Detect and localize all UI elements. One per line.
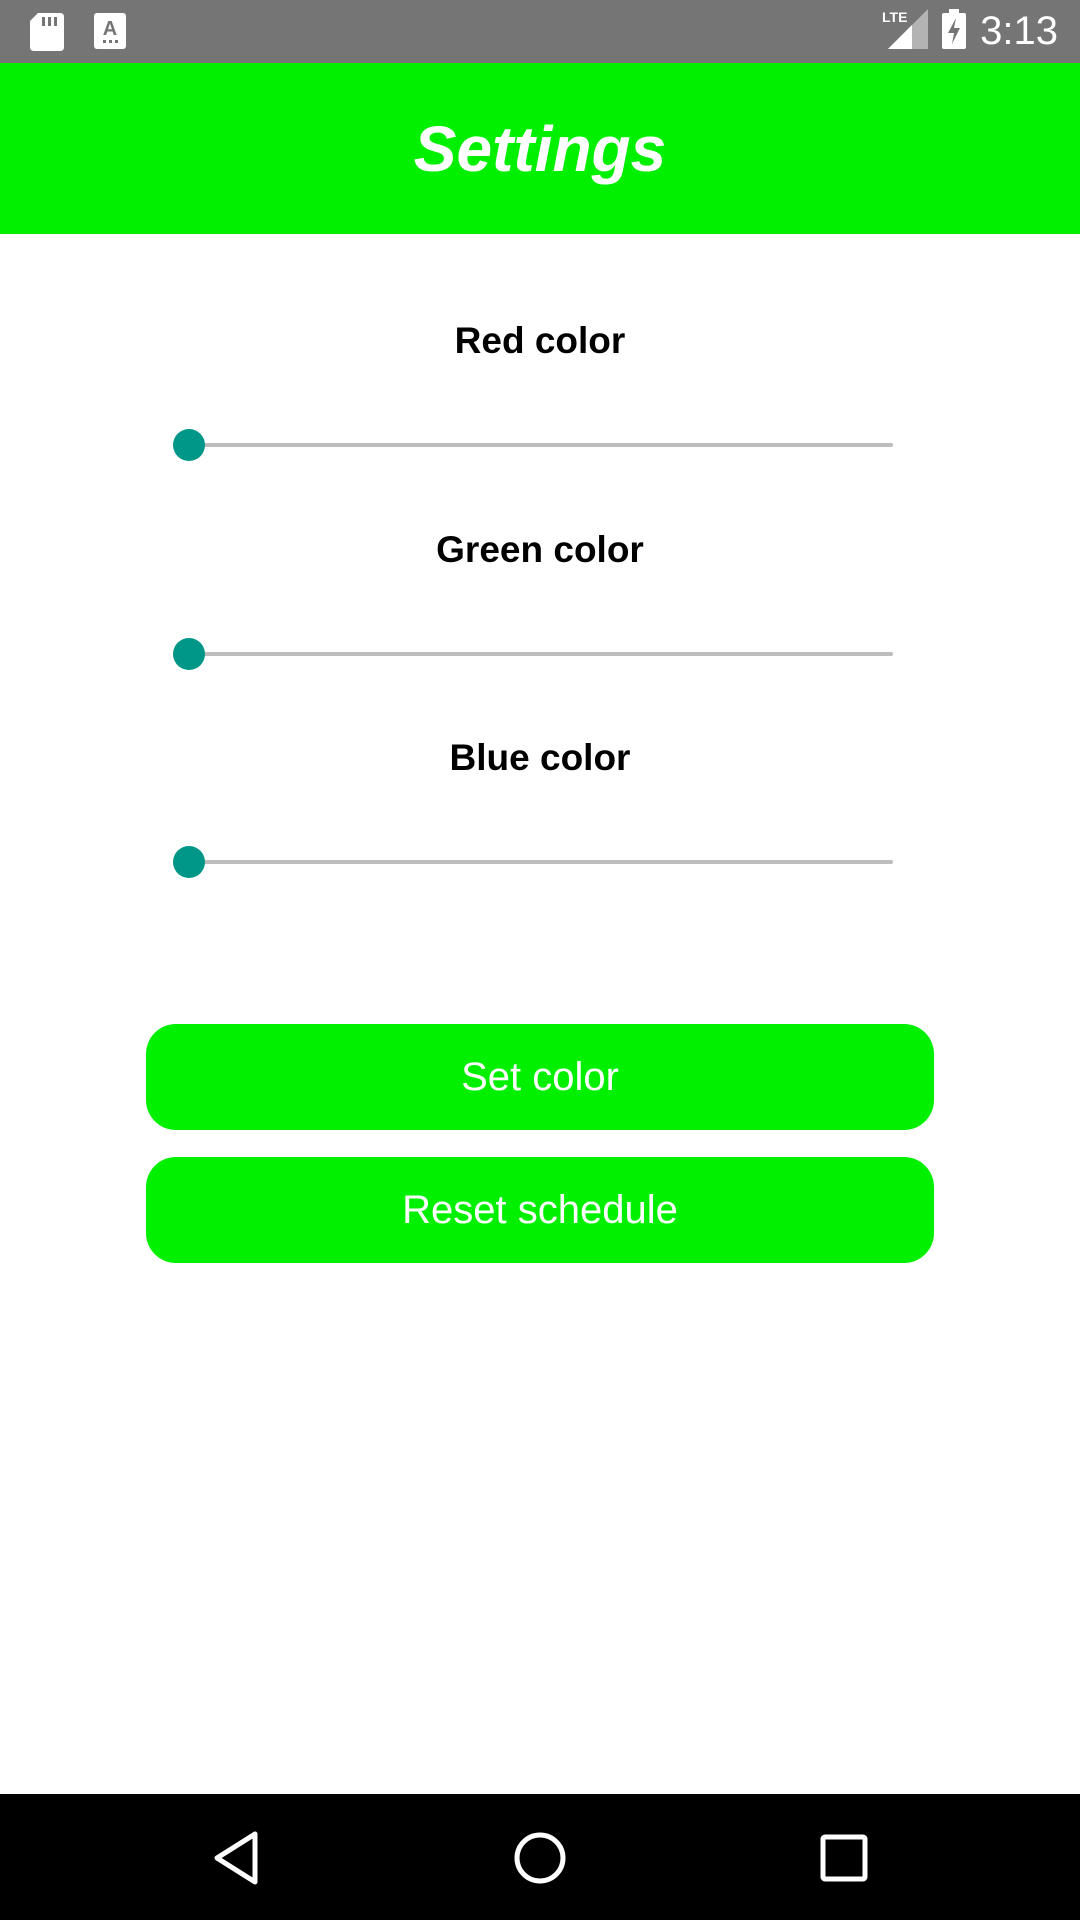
red-color-label: Red color — [454, 320, 626, 361]
page-title: Settings — [413, 112, 667, 185]
red-color-slider[interactable] — [173, 415, 893, 475]
slider-thumb[interactable] — [173, 846, 205, 878]
blue-color-label: Blue color — [449, 737, 631, 778]
slider-track[interactable] — [188, 860, 893, 864]
slider-track[interactable] — [188, 443, 893, 447]
lte-signal-icon: LTE — [880, 9, 929, 54]
navigation-bar — [0, 1794, 1080, 1920]
green-color-slider[interactable] — [173, 624, 893, 684]
app-bar: Settings — [0, 63, 1080, 234]
network-type-text: LTE — [882, 9, 907, 25]
home-icon[interactable] — [504, 1822, 576, 1894]
set-color-button[interactable]: Set color — [146, 1024, 934, 1130]
blue-color-slider[interactable] — [173, 832, 893, 892]
green-color-label: Green color — [436, 529, 644, 570]
text-a-icon: A — [94, 13, 128, 51]
reset-schedule-button[interactable]: Reset schedule — [146, 1157, 934, 1263]
battery-charging-icon — [942, 9, 967, 54]
status-bar: A LTE 3:13 — [0, 0, 1080, 63]
slider-thumb[interactable] — [173, 638, 205, 670]
status-time: 3:13 — [980, 9, 1058, 53]
sd-card-icon — [30, 13, 64, 51]
recents-icon[interactable] — [808, 1822, 880, 1894]
slider-thumb[interactable] — [173, 429, 205, 461]
svg-text:A: A — [103, 18, 117, 40]
slider-track[interactable] — [188, 652, 893, 656]
back-icon[interactable] — [201, 1822, 273, 1894]
